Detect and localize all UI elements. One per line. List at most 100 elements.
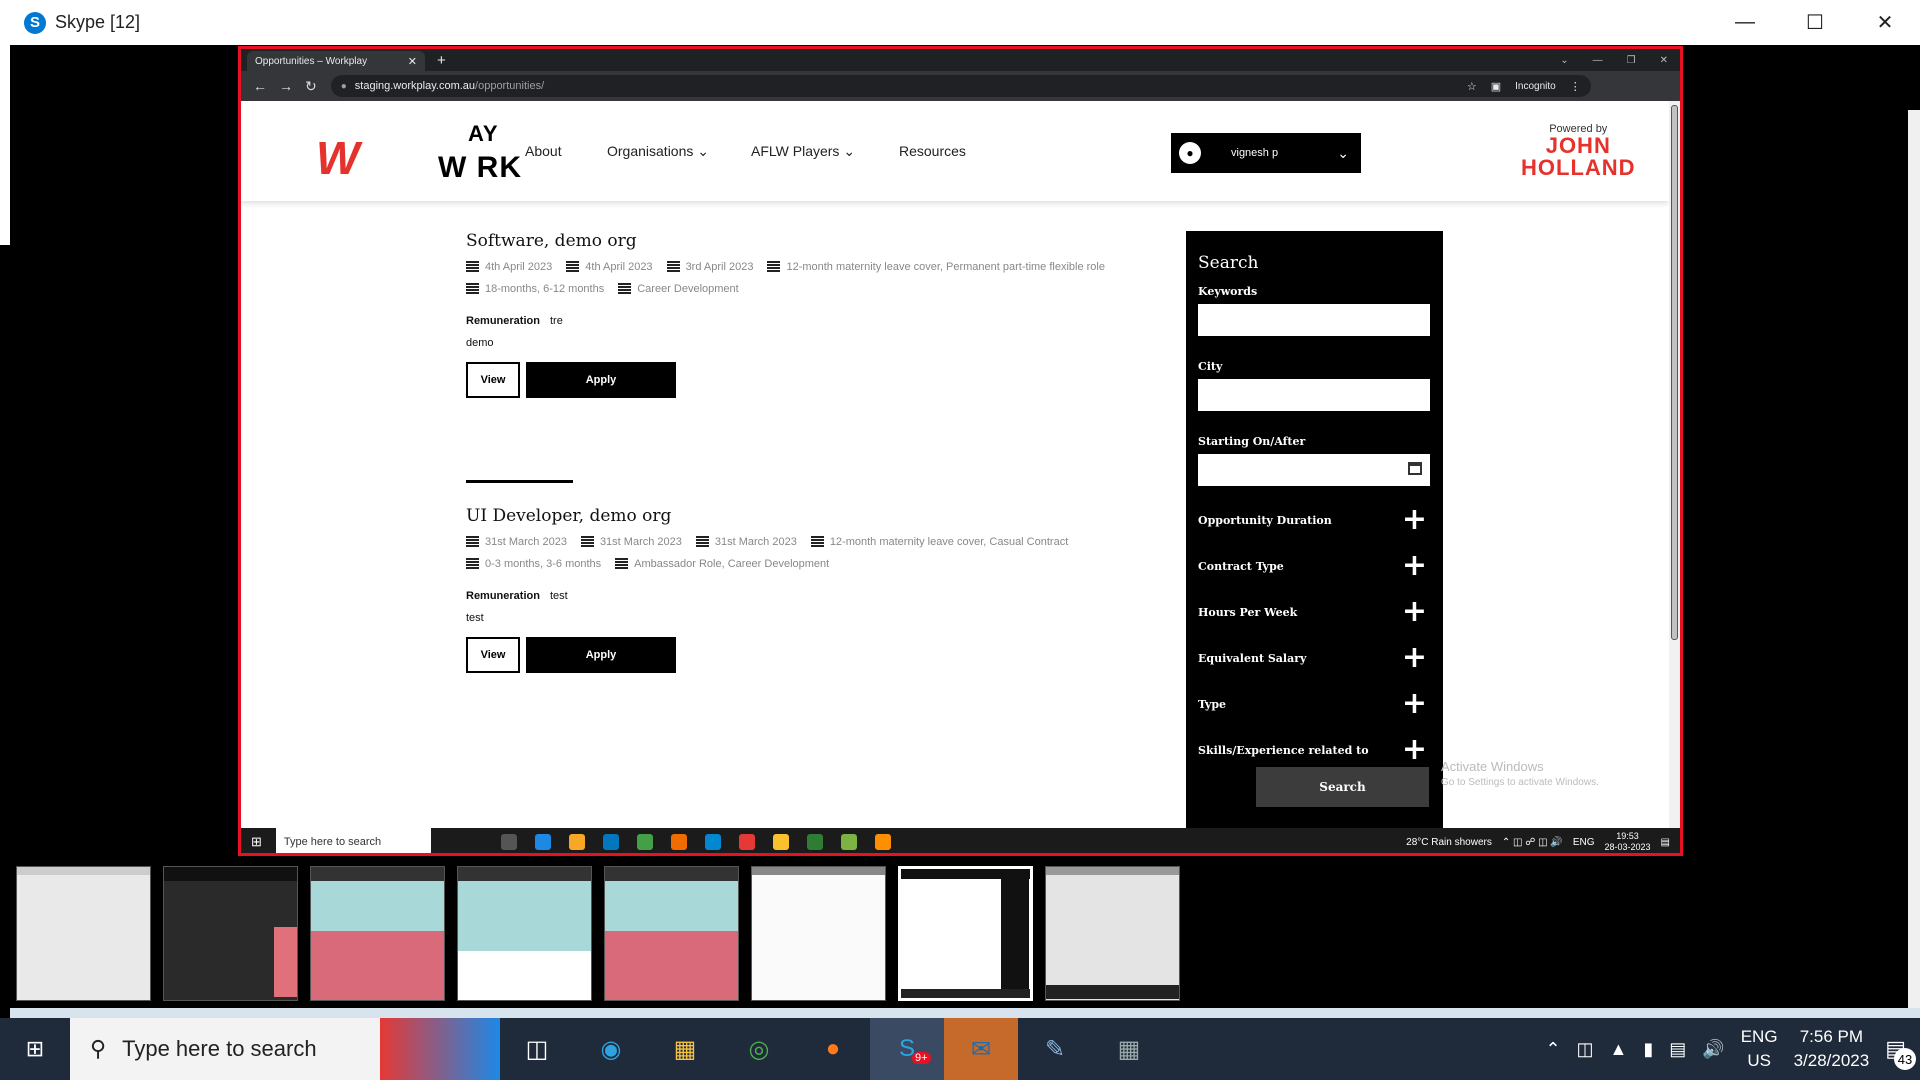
- firefox-icon[interactable]: ●: [796, 1018, 870, 1080]
- search-button[interactable]: Search: [1256, 767, 1429, 807]
- view-button[interactable]: View: [466, 362, 520, 398]
- window-thumbnail[interactable]: [163, 866, 298, 1001]
- menu-dots-icon[interactable]: ⋮: [1570, 80, 1581, 93]
- workplay-logo[interactable]: AY W RK: [438, 121, 530, 199]
- folder-icon[interactable]: [568, 834, 585, 850]
- taskbar-search[interactable]: ⚲ Type here to search: [70, 1018, 380, 1080]
- skype-scrollbar[interactable]: [1908, 110, 1920, 1010]
- w-brand-logo[interactable]: W: [316, 131, 360, 185]
- browser-minimize-icon[interactable]: —: [1593, 55, 1603, 66]
- tab-close-icon[interactable]: ✕: [408, 55, 417, 68]
- plus-icon[interactable]: +: [1402, 643, 1427, 673]
- browser-close-icon[interactable]: ✕: [1660, 55, 1668, 66]
- chrome-icon[interactable]: ◎: [722, 1018, 796, 1080]
- editor-icon[interactable]: [840, 834, 857, 850]
- forward-icon[interactable]: →: [279, 78, 293, 94]
- workplay-app-icon[interactable]: [738, 834, 755, 850]
- scrollbar-thumb[interactable]: [1671, 105, 1678, 640]
- edge-icon[interactable]: ◉: [574, 1018, 648, 1080]
- skype-icon[interactable]: [704, 834, 721, 850]
- calculator-icon[interactable]: ▦: [1092, 1018, 1166, 1080]
- task-view-icon[interactable]: ◫: [500, 1018, 574, 1080]
- task-view-icon[interactable]: [500, 834, 517, 850]
- language-indicator[interactable]: ENG US: [1741, 1025, 1778, 1073]
- chrome-icon[interactable]: [636, 834, 653, 850]
- notepad-icon[interactable]: ✎: [1018, 1018, 1092, 1080]
- reload-icon[interactable]: ↻: [305, 78, 317, 95]
- microphone-icon[interactable]: ▲: [1610, 1039, 1628, 1060]
- tab-search-icon[interactable]: ⌄: [1560, 55, 1568, 66]
- edge-icon[interactable]: [534, 834, 551, 850]
- weather-text[interactable]: 28°C Rain showers: [1406, 837, 1492, 848]
- notification-center-icon[interactable]: ▤ 43: [1885, 1036, 1916, 1070]
- window-thumbnail[interactable]: [1045, 866, 1180, 1001]
- side-panel-icon[interactable]: ▣: [1491, 80, 1501, 93]
- minimize-button[interactable]: —: [1710, 0, 1780, 45]
- nav-organisations[interactable]: Organisations ⌄: [607, 143, 709, 160]
- tray-icons[interactable]: ⌃ ◫ ☍ ◫ 🔊: [1502, 837, 1563, 848]
- windows-start-icon[interactable]: ⊞: [251, 834, 262, 850]
- view-button[interactable]: View: [466, 637, 520, 673]
- plus-icon[interactable]: +: [1402, 735, 1427, 765]
- browser-restore-icon[interactable]: ❐: [1627, 55, 1636, 66]
- shared-taskbar-search[interactable]: Type here to search: [275, 828, 431, 853]
- volume-icon[interactable]: 🔊: [1702, 1039, 1724, 1060]
- filter-contract-type[interactable]: Contract Type +: [1198, 551, 1431, 581]
- listing-title[interactable]: Software, demo org: [466, 231, 1186, 251]
- calendar-icon[interactable]: [1408, 462, 1422, 475]
- address-bar[interactable]: ● staging.workplay.com.au /opportunities…: [330, 75, 1591, 97]
- battery-icon[interactable]: ▮: [1643, 1039, 1653, 1060]
- window-thumbnail[interactable]: [16, 866, 151, 1001]
- plus-icon[interactable]: +: [1402, 551, 1427, 581]
- search-highlight-banner[interactable]: [380, 1018, 500, 1080]
- apply-button[interactable]: Apply: [526, 362, 676, 398]
- tray-chevron-icon[interactable]: ⌃: [1545, 1039, 1560, 1060]
- browser-tab[interactable]: Opportunities – Workplay ✕: [247, 51, 425, 71]
- maximize-button[interactable]: ☐: [1780, 0, 1850, 45]
- new-tab-icon[interactable]: +: [437, 52, 446, 69]
- start-button[interactable]: ⊞: [0, 1018, 70, 1080]
- incognito-label[interactable]: Incognito: [1515, 81, 1556, 92]
- plus-icon[interactable]: +: [1402, 505, 1427, 535]
- outlook-icon[interactable]: ✉: [944, 1018, 1018, 1080]
- plus-icon[interactable]: +: [1402, 689, 1427, 719]
- language-indicator[interactable]: ENG: [1573, 837, 1595, 848]
- shared-clock[interactable]: 19:53 28-03-2023: [1605, 831, 1651, 853]
- file-explorer-icon[interactable]: ▦: [648, 1018, 722, 1080]
- user-menu[interactable]: ● vignesh p ⌄: [1171, 133, 1361, 173]
- filter-opportunity-duration[interactable]: Opportunity Duration +: [1198, 505, 1431, 535]
- skype-icon[interactable]: S 9+: [870, 1018, 944, 1080]
- apply-button[interactable]: Apply: [526, 637, 676, 673]
- plus-icon[interactable]: +: [1402, 597, 1427, 627]
- powered-by: Powered by JOHN HOLLAND: [1521, 123, 1636, 179]
- bookmark-star-icon[interactable]: ☆: [1467, 80, 1477, 93]
- close-button[interactable]: ✕: [1850, 0, 1920, 45]
- filter-hours-per-week[interactable]: Hours Per Week +: [1198, 597, 1431, 627]
- filter-skills-experience[interactable]: Skills/Experience related to +: [1198, 735, 1431, 765]
- nav-about[interactable]: About: [525, 143, 562, 159]
- taskbar-clock[interactable]: 7:56 PM 3/28/2023: [1794, 1025, 1870, 1073]
- tray-app-icon[interactable]: ◫: [1577, 1039, 1594, 1060]
- window-thumbnail[interactable]: [457, 866, 592, 1001]
- store-icon[interactable]: [602, 834, 619, 850]
- firefox-icon[interactable]: [670, 834, 687, 850]
- sticky-notes-icon[interactable]: [772, 834, 789, 850]
- nav-aflw-players[interactable]: AFLW Players ⌄: [751, 143, 855, 160]
- back-icon[interactable]: ←: [253, 78, 267, 94]
- network-icon[interactable]: ▤: [1669, 1039, 1686, 1060]
- upload-icon[interactable]: [806, 834, 823, 850]
- starting-date-input[interactable]: [1198, 454, 1430, 486]
- window-thumbnail-active[interactable]: [898, 866, 1033, 1001]
- filter-type[interactable]: Type +: [1198, 689, 1431, 719]
- listing-title[interactable]: UI Developer, demo org: [466, 506, 1186, 526]
- sublime-icon[interactable]: [874, 834, 891, 850]
- page-scrollbar[interactable]: [1669, 101, 1680, 828]
- city-input[interactable]: [1198, 379, 1430, 411]
- notification-icon[interactable]: ▤: [1661, 837, 1670, 848]
- keywords-input[interactable]: [1198, 304, 1430, 336]
- nav-resources[interactable]: Resources: [899, 143, 966, 159]
- window-thumbnail[interactable]: [310, 866, 445, 1001]
- filter-equivalent-salary[interactable]: Equivalent Salary +: [1198, 643, 1431, 673]
- window-thumbnail[interactable]: [604, 866, 739, 1001]
- window-thumbnail[interactable]: [751, 866, 886, 1001]
